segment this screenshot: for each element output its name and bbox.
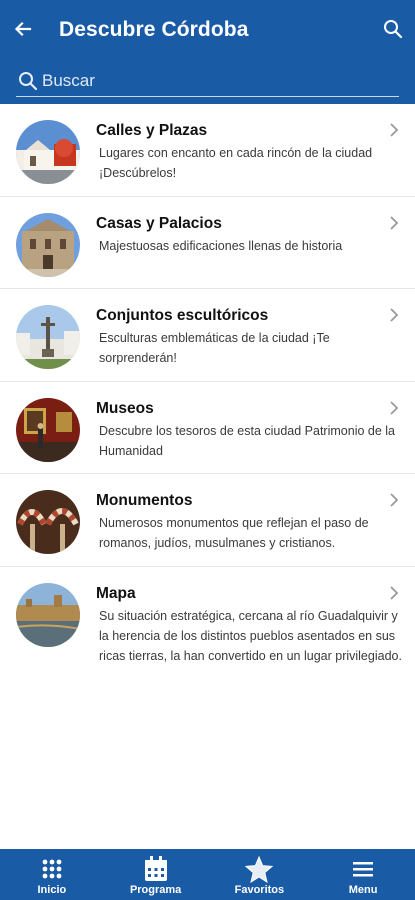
casas-y-palacios-thumbnail — [16, 212, 80, 277]
conjuntos-escultoricos-thumbnail — [16, 305, 80, 369]
nav-programa[interactable]: Programa — [104, 849, 208, 900]
bottom-navigation: Inicio Programa Favoritos Menu — [0, 849, 415, 900]
calendar-icon — [144, 856, 168, 882]
chevron-right-icon — [387, 400, 401, 416]
search-field-icon — [18, 70, 40, 92]
item-description: Numerosos monumentos que reflejan el pas… — [99, 516, 369, 550]
item-title: Calles y Plazas — [96, 122, 208, 139]
item-title: Monumentos — [96, 492, 193, 509]
mapa-thumbnail — [16, 582, 80, 647]
item-title: Museos — [96, 399, 154, 417]
list-item-calles-y-plazas[interactable]: Calles y Plazas Lugares con encanto en c… — [0, 104, 415, 197]
chevron-right-icon — [387, 585, 401, 601]
nav-inicio[interactable]: Inicio — [0, 849, 104, 900]
calles-y-plazas-thumbnail — [16, 120, 80, 184]
search-input[interactable] — [42, 71, 382, 91]
grid-icon — [41, 856, 63, 882]
nav-label: Favoritos — [234, 884, 285, 896]
star-icon — [245, 855, 274, 883]
list-item-conjuntos-escultoricos[interactable]: Conjuntos escultóricos Esculturas emblem… — [0, 289, 415, 382]
back-button[interactable] — [10, 16, 36, 42]
chevron-right-icon — [387, 307, 401, 323]
hamburger-menu-icon — [353, 856, 374, 882]
item-title: Mapa — [96, 584, 136, 602]
nav-label: Menu — [348, 884, 378, 896]
item-description: Majestuosas edificaciones llenas de hist… — [99, 238, 343, 253]
nav-menu[interactable]: Menu — [311, 849, 415, 900]
list-item-casas-y-palacios[interactable]: Casas y Palacios Majestuosas edificacion… — [0, 197, 415, 289]
monumentos-thumbnail — [16, 490, 80, 554]
item-description: Su situación estratégica, cercana al río… — [99, 608, 402, 663]
nav-favoritos[interactable]: Favoritos — [208, 849, 312, 900]
item-description: Descubre los tesoros de esta ciudad Patr… — [99, 423, 395, 458]
search-button[interactable] — [379, 15, 407, 43]
chevron-right-icon — [387, 215, 401, 231]
app-header: Descubre Córdoba — [0, 0, 415, 104]
museos-thumbnail — [16, 397, 80, 462]
list-item-monumentos[interactable]: Monumentos Numerosos monumentos que refl… — [0, 474, 415, 567]
nav-label: Inicio — [37, 884, 67, 896]
item-title: Casas y Palacios — [96, 214, 222, 232]
chevron-right-icon — [387, 492, 401, 508]
item-description: Esculturas emblemáticas de la ciudad ¡Te… — [99, 331, 330, 365]
chevron-right-icon — [387, 122, 401, 138]
category-list: Calles y Plazas Lugares con encanto en c… — [0, 104, 415, 675]
list-item-mapa[interactable]: Mapa Su situación estratégica, cercana a… — [0, 567, 415, 675]
nav-label: Programa — [129, 884, 182, 896]
search-bar[interactable] — [16, 66, 399, 97]
search-icon — [384, 20, 403, 39]
page-title: Descubre Córdoba — [59, 18, 249, 41]
item-title: Conjuntos escultóricos — [96, 307, 269, 324]
arrow-left-icon — [14, 21, 32, 37]
list-item-museos[interactable]: Museos Descubre los tesoros de esta ciud… — [0, 382, 415, 474]
item-description: Lugares con encanto en cada rincón de la… — [99, 146, 373, 180]
